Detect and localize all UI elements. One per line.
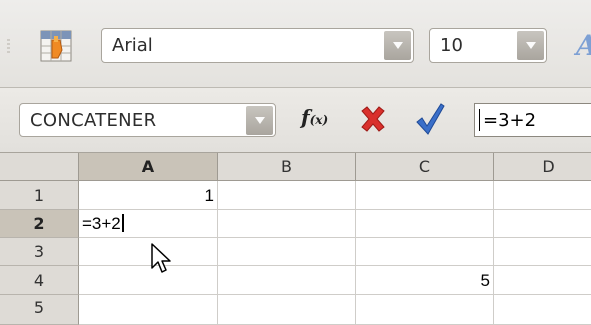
row-header-2[interactable]: 2 <box>0 210 79 238</box>
chevron-down-icon <box>254 117 265 124</box>
chevron-down-icon <box>392 42 403 49</box>
name-box[interactable]: CONCATENER <box>19 103 276 137</box>
formatting-toolbar: Arial 10 A <box>0 0 591 88</box>
text-caret <box>479 109 480 131</box>
fontwork-icon[interactable]: A <box>576 29 591 62</box>
column-header-c[interactable]: C <box>356 153 494 181</box>
formula-input-line[interactable]: =3+2 <box>474 103 591 137</box>
row-header-1[interactable]: 1 <box>0 181 79 210</box>
cell-a2-edit-text: =3+2 <box>82 214 121 233</box>
cell-a5[interactable] <box>79 295 218 325</box>
cell-b1[interactable] <box>218 181 356 210</box>
column-header-a[interactable]: A <box>79 153 218 181</box>
formula-input-value: =3+2 <box>483 110 537 131</box>
row-header-3[interactable]: 3 <box>0 238 79 266</box>
cell-b5[interactable] <box>218 295 356 325</box>
formula-bar: CONCATENER f(x) =3+2 <box>0 88 591 153</box>
cell-d1[interactable] <box>494 181 591 210</box>
name-box-value: CONCATENER <box>30 110 157 131</box>
cell-d3[interactable] <box>494 238 591 266</box>
cell-c5[interactable] <box>356 295 494 325</box>
font-size-value: 10 <box>440 35 463 56</box>
select-all-corner[interactable] <box>0 153 79 181</box>
cell-b4[interactable] <box>218 266 356 295</box>
font-name-value: Arial <box>112 35 153 56</box>
mouse-pointer-icon <box>151 243 171 273</box>
cell-d2[interactable] <box>494 210 591 238</box>
toolbar-grip-handle[interactable] <box>7 39 10 53</box>
function-wizard-icon[interactable]: f(x) <box>301 105 328 129</box>
cell-a4[interactable] <box>79 266 218 295</box>
cell-c1[interactable] <box>356 181 494 210</box>
cell-c4[interactable]: 5 <box>356 266 494 295</box>
cell-a3[interactable] <box>79 238 218 266</box>
column-header-b[interactable]: B <box>218 153 356 181</box>
chevron-down-icon <box>525 42 536 49</box>
name-box-dropdown-button[interactable] <box>246 106 273 135</box>
row-header-4[interactable]: 4 <box>0 266 79 295</box>
cell-b3[interactable] <box>218 238 356 266</box>
cell-a2[interactable]: =3+2 <box>79 210 218 238</box>
accept-checkmark-icon[interactable] <box>414 102 446 136</box>
cell-c2[interactable] <box>356 210 494 238</box>
cancel-x-icon[interactable] <box>358 104 388 134</box>
styles-and-formatting-icon[interactable] <box>40 30 72 62</box>
font-size-combobox[interactable]: 10 <box>429 28 547 63</box>
spreadsheet-grid: A B C D 1 2 3 4 5 1 =3+2 5 <box>0 153 591 325</box>
cell-d5[interactable] <box>494 295 591 325</box>
cell-c3[interactable] <box>356 238 494 266</box>
cell-d4[interactable] <box>494 266 591 295</box>
cell-a1[interactable]: 1 <box>79 181 218 210</box>
column-header-d[interactable]: D <box>494 153 591 181</box>
row-header-5[interactable]: 5 <box>0 295 79 325</box>
font-name-combobox[interactable]: Arial <box>101 28 414 63</box>
font-size-dropdown-button[interactable] <box>517 31 544 60</box>
cell-b2[interactable] <box>218 210 356 238</box>
font-name-dropdown-button[interactable] <box>384 31 411 60</box>
text-caret <box>121 214 124 232</box>
